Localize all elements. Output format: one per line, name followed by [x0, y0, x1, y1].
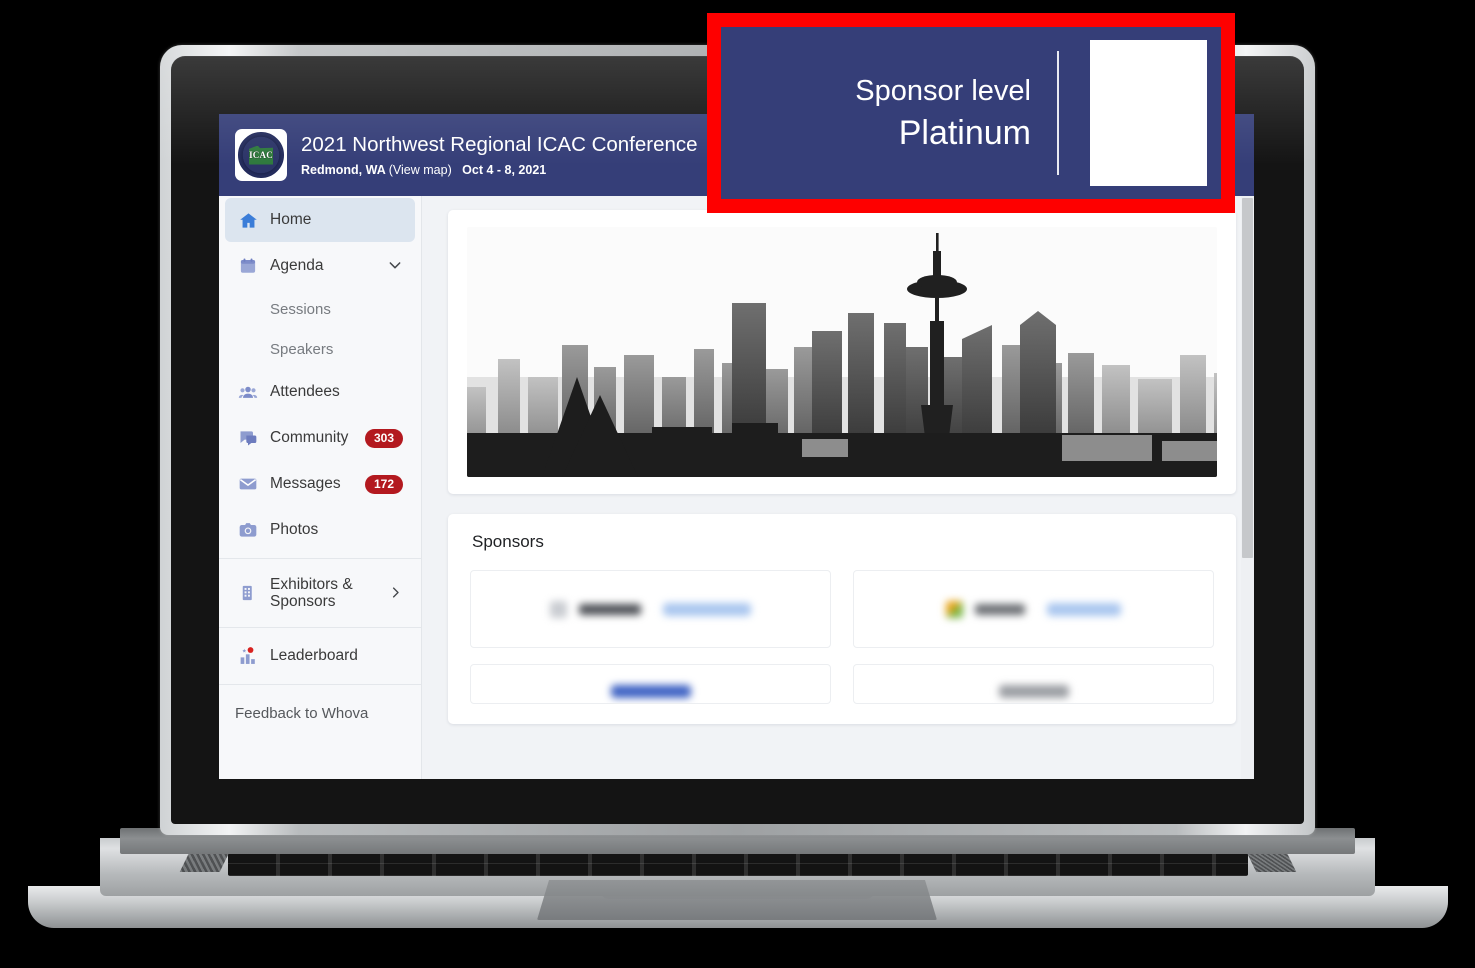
whova-app-window: ICAC 2021 Northwest Regional ICAC Confer…: [219, 114, 1254, 779]
building-icon: [237, 584, 259, 602]
chevron-down-icon[interactable]: [387, 257, 403, 275]
messages-unread-badge: 172: [364, 474, 403, 494]
event-meta: Redmond, WA (View map) Oct 4 - 8, 2021: [301, 161, 698, 179]
sponsor-logo-1: [550, 600, 641, 618]
envelope-icon: [237, 474, 259, 494]
callout-divider: [1057, 51, 1059, 175]
seattle-skyline-image: [467, 227, 1217, 477]
sidebar-item-exhibitors-sponsors-label: Exhibitors & Sponsors: [270, 576, 353, 610]
sponsor-name-3: [610, 685, 691, 698]
bar-chart-icon: [237, 646, 259, 667]
sidebar-item-community[interactable]: Community 303: [225, 416, 415, 460]
sponsor-level-text: Sponsor level Platinum: [721, 71, 1057, 155]
screenshot-stage: ICAC 2021 Northwest Regional ICAC Confer…: [0, 0, 1475, 968]
sidebar-item-messages-label: Messages: [270, 475, 341, 492]
community-unread-badge: 303: [364, 428, 403, 448]
content-scrollbar-thumb[interactable]: [1242, 198, 1253, 558]
sidebar-item-exhibitors-sponsors[interactable]: Exhibitors & Sponsors: [225, 565, 415, 621]
view-map-link[interactable]: (View map): [389, 163, 452, 177]
sponsor-grid: [470, 570, 1214, 704]
sidebar-item-agenda[interactable]: Agenda: [225, 244, 415, 288]
sidebar-item-photos-label: Photos: [270, 521, 319, 538]
sidebar-item-attendees[interactable]: Attendees: [225, 370, 415, 414]
sidebar-item-sessions[interactable]: Sessions: [225, 290, 415, 328]
app-body: Home Agenda Sessions Speakers Attendees …: [219, 196, 1254, 779]
sponsor-card-4[interactable]: [853, 664, 1214, 704]
sidebar-item-photos[interactable]: Photos: [225, 508, 415, 552]
sponsor-name-2: [1047, 602, 1121, 616]
event-dates: Oct 4 - 8, 2021: [462, 162, 547, 177]
sponsor-level-label: Sponsor level: [855, 75, 1031, 107]
sponsor-card-1[interactable]: [470, 570, 831, 648]
sidebar-item-leaderboard[interactable]: Leaderboard: [225, 634, 415, 678]
content-scrollbar-track[interactable]: [1241, 196, 1254, 779]
sidebar-item-attendees-label: Attendees: [270, 383, 340, 400]
chat-icon: [237, 428, 259, 448]
home-icon: [237, 211, 259, 230]
sidebar-divider-1: [219, 558, 421, 559]
hero-card: [448, 210, 1236, 494]
sidebar-item-agenda-label: Agenda: [270, 257, 324, 274]
sidebar-item-home[interactable]: Home: [225, 198, 415, 242]
sponsor-card-2[interactable]: [853, 570, 1214, 648]
sidebar: Home Agenda Sessions Speakers Attendees …: [219, 196, 422, 779]
event-title: 2021 Northwest Regional ICAC Conference: [301, 132, 698, 156]
event-location: Redmond, WA: [301, 162, 386, 177]
calendar-icon: [237, 257, 259, 275]
sidebar-divider-2: [219, 627, 421, 628]
camera-icon: [237, 520, 259, 540]
main-content: Sponsors: [422, 196, 1254, 779]
sidebar-item-sessions-label: Sessions: [270, 300, 331, 318]
feedback-to-whova-link[interactable]: Feedback to Whova: [219, 691, 421, 735]
chevron-right-icon[interactable]: [388, 585, 403, 602]
sponsor-name-4: [998, 685, 1069, 698]
sponsor-card-3[interactable]: [470, 664, 831, 704]
feedback-to-whova-label: Feedback to Whova: [235, 704, 369, 722]
sponsors-heading: Sponsors: [472, 532, 544, 551]
icac-logo: ICAC: [235, 129, 287, 181]
laptop-screen: ICAC 2021 Northwest Regional ICAC Confer…: [219, 114, 1254, 779]
laptop-trackpad: [537, 880, 937, 920]
icac-logo-text: ICAC: [249, 150, 273, 160]
sidebar-item-home-label: Home: [270, 211, 312, 228]
sponsor-logo-2: [946, 600, 1025, 618]
sponsor-level-value: Platinum: [898, 114, 1031, 152]
sidebar-item-messages[interactable]: Messages 172: [225, 462, 415, 506]
people-icon: [237, 382, 259, 402]
sidebar-item-speakers-label: Speakers: [270, 340, 334, 358]
sponsors-card: Sponsors: [448, 514, 1236, 724]
sponsor-level-callout: Sponsor level Platinum: [707, 13, 1235, 213]
sidebar-item-speakers[interactable]: Speakers: [225, 330, 415, 368]
sponsor-level-panel: Sponsor level Platinum: [721, 27, 1221, 199]
sidebar-item-leaderboard-label: Leaderboard: [270, 647, 358, 664]
sponsor-logo-placeholder: [1090, 40, 1207, 186]
sidebar-item-community-label: Community: [270, 429, 349, 446]
sponsor-name-1: [663, 602, 751, 616]
sidebar-divider-3: [219, 684, 421, 685]
